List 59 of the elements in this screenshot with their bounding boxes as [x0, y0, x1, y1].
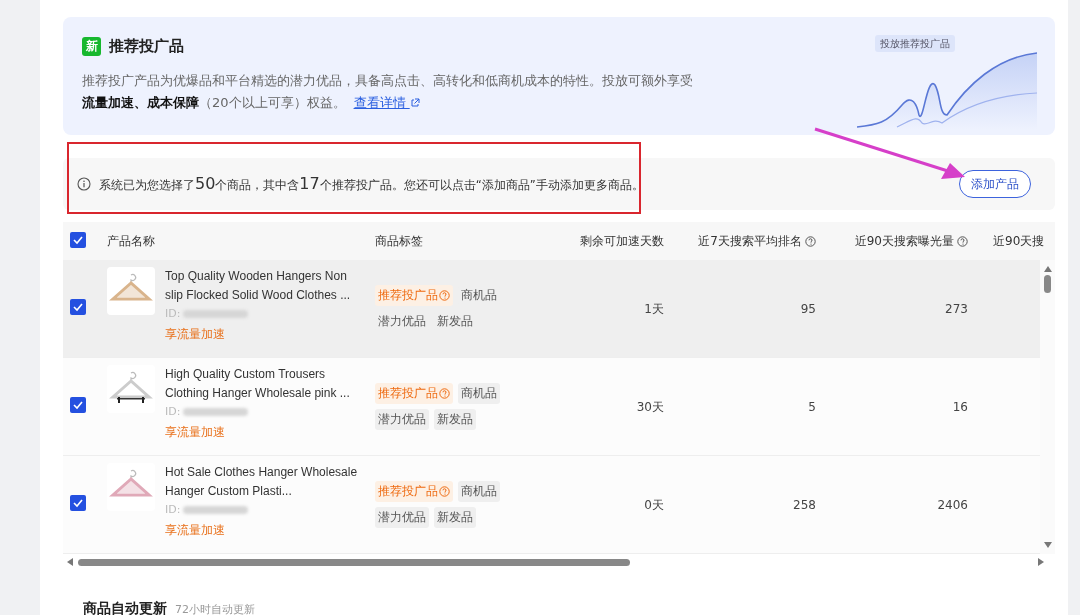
table-cell-text: 30天 [636, 398, 664, 416]
banner-title: 推荐投广品 [109, 36, 184, 57]
column-header: 剩余可加速天数 [580, 233, 664, 250]
scrollbar-thumb[interactable] [78, 558, 630, 566]
perk-text: 享流量加速 [165, 326, 226, 343]
table-cell-text: 16 [952, 398, 968, 416]
scroll-down-icon[interactable] [1042, 541, 1053, 550]
table-cell-text: 5 [808, 398, 816, 416]
help-icon [439, 289, 450, 301]
section-title: 商品自动更新 [83, 599, 167, 615]
new-badge: 新 [82, 36, 101, 56]
illustration-label: 投放推荐投广品 [875, 35, 955, 52]
external-link-icon[interactable] [409, 98, 420, 108]
product-title[interactable]: Hot Sale Clothes Hanger Wholesale Hanger Custom Plasti... [165, 463, 365, 501]
product-tag: 推荐投广品 [375, 480, 453, 502]
product-tag: 推荐投广品 [375, 284, 453, 306]
id-label: ID: [165, 404, 181, 420]
perk-text: 享流量加速 [165, 424, 226, 441]
product-tag: 新发品 [434, 409, 476, 431]
column-header: 产品名称 [107, 234, 155, 248]
product-title[interactable]: Top Quality Wooden Hangers Non slip Flocked Solid Wood Clothes ... [165, 267, 365, 305]
product-tag: 推荐投广品 [375, 382, 453, 404]
scroll-left-icon[interactable] [66, 557, 74, 567]
scroll-right-icon[interactable] [1037, 557, 1045, 567]
checkbox[interactable] [70, 231, 86, 248]
help-icon [439, 485, 450, 497]
checkbox[interactable] [70, 495, 86, 511]
help-icon [439, 387, 450, 399]
scrollbar-thumb[interactable] [1044, 275, 1051, 293]
column-header: 近90天搜索曝光量 [854, 233, 954, 250]
redacted-id [183, 506, 249, 514]
redacted-id [183, 408, 249, 416]
id-label: ID: [165, 502, 181, 518]
product-title[interactable]: High Quality Custom Trousers Clothing Hanger Wholesale pink ... [165, 365, 365, 403]
table-cell-text: 95 [800, 300, 816, 318]
scroll-up-icon[interactable] [1042, 264, 1053, 273]
details-link[interactable]: 查看详情 [353, 94, 420, 110]
product-tag: 商机品 [458, 480, 500, 502]
column-header: 近90天搜 [993, 234, 1045, 248]
section-hint: 72小时自动更新 [175, 602, 255, 615]
table-cell-text: 258 [793, 496, 816, 514]
checkbox[interactable] [70, 397, 86, 413]
banner-description: 推荐投广产品为优爆品和平台精选的潜力优品，具备高点击、高转化和低商机成本的特性。投放可额外享受 流量加速、成本保障（20个以上可享）权益。 查看详情 [82, 71, 694, 112]
column-header: 商品标签 [375, 234, 423, 248]
table-cell-text: 2406 [937, 496, 968, 514]
table-cell-text: 1天 [644, 300, 664, 318]
checkbox[interactable] [70, 299, 86, 315]
product-tag: 潜力优品 [375, 409, 429, 431]
product-tag: 商机品 [458, 382, 500, 404]
notice-text: 系统已为您选择了 50个商品，其中含 17个推荐投广品。您还可以点击“添加商品”手动添加更多商品。 [99, 173, 644, 195]
perk-text: 享流量加速 [165, 522, 226, 539]
product-tag: 新发品 [434, 507, 476, 529]
redacted-id [183, 310, 249, 318]
table-cell-text: 0天 [644, 496, 664, 514]
table-cell-text: 273 [945, 300, 968, 318]
column-header: 近7天搜索平均排名 [698, 233, 802, 250]
info-icon [77, 177, 91, 191]
product-tag: 潜力优品 [375, 507, 429, 529]
add-product-button[interactable]: 添加产品 [959, 170, 1031, 198]
